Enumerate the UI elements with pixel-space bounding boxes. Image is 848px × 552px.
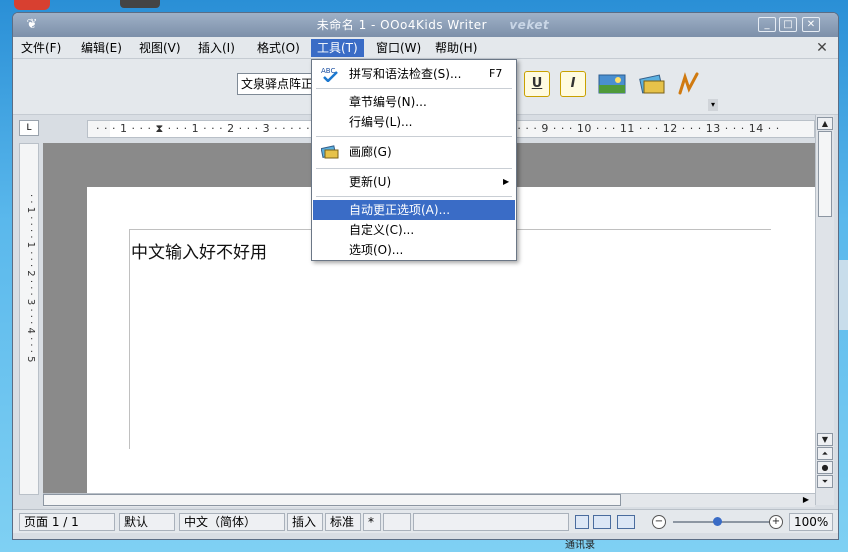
- page-style[interactable]: 默认: [119, 513, 175, 531]
- horizontal-scrollbar-thumb[interactable]: [43, 494, 621, 506]
- book-view-icon[interactable]: [617, 515, 635, 529]
- close-document-icon[interactable]: ✕: [813, 39, 831, 57]
- signature-indicator[interactable]: [383, 513, 411, 531]
- vertical-scrollbar[interactable]: ▲ ▼ ⏶ ● ⏷: [815, 115, 834, 505]
- page-indicator[interactable]: 页面 1 / 1: [19, 513, 115, 531]
- next-page-icon[interactable]: ⏷: [817, 475, 833, 488]
- menu-bar: 文件(F) 编辑(E) 视图(V) 插入(I) 格式(O) 工具(T) 窗口(W…: [13, 37, 838, 59]
- italic-button[interactable]: I: [560, 71, 586, 97]
- menu-item-update[interactable]: 更新(U) ▶: [313, 172, 515, 192]
- navigator-icon[interactable]: ●: [817, 461, 833, 474]
- object-info: [413, 513, 569, 531]
- menu-separator: [316, 168, 512, 169]
- menu-item-customize[interactable]: 自定义(C)...: [313, 220, 515, 240]
- toolbar-overflow-icon[interactable]: ▾: [708, 99, 718, 111]
- scroll-up-icon[interactable]: ▲: [817, 117, 833, 130]
- menu-item-label: 画廊(G): [349, 145, 392, 159]
- menu-help[interactable]: 帮助(H): [429, 39, 483, 57]
- multi-page-view-icon[interactable]: [593, 515, 611, 529]
- app-menu-icon[interactable]: ❦: [19, 16, 45, 34]
- menu-format[interactable]: 格式(O): [251, 39, 306, 57]
- status-bar: 页面 1 / 1 默认 中文（简体） 插入 标准 * − + 100%: [13, 509, 838, 533]
- window-title-text: 未命名 1 - OOo4Kids Writer: [316, 18, 488, 32]
- vertical-ruler[interactable]: · · 1 · · · · 1 · · · 2 · · · 3 · · · 4 …: [19, 143, 39, 495]
- maximize-button[interactable]: □: [779, 17, 797, 32]
- menu-item-options[interactable]: 选项(O)...: [313, 240, 515, 260]
- zoom-level[interactable]: 100%: [789, 513, 833, 531]
- menu-file[interactable]: 文件(F): [15, 39, 67, 57]
- menu-item-autocorrect-options[interactable]: 自动更正选项(A)...: [313, 200, 515, 220]
- underline-button[interactable]: U: [524, 71, 550, 97]
- language-indicator[interactable]: 中文（简体）: [179, 513, 285, 531]
- gallery-icon[interactable]: [638, 71, 666, 97]
- insert-mode[interactable]: 插入: [287, 513, 323, 531]
- menu-item-label: 自动更正选项(A)...: [349, 203, 451, 217]
- menu-window[interactable]: 窗口(W): [370, 39, 427, 57]
- zoom-in-icon[interactable]: +: [769, 515, 783, 529]
- desktop-app-icon[interactable]: [120, 0, 160, 8]
- menu-item-label: 选项(O)...: [349, 243, 404, 257]
- close-button[interactable]: ✕: [802, 17, 820, 32]
- zoom-out-icon[interactable]: −: [652, 515, 666, 529]
- tab-stop-selector[interactable]: L: [19, 120, 39, 136]
- title-bar[interactable]: ❦ 未命名 1 - OOo4Kids Writer veket _ □ ✕: [13, 13, 838, 37]
- previous-page-icon[interactable]: ⏶: [817, 447, 833, 460]
- svg-text:ABC: ABC: [321, 67, 335, 75]
- font-name-combobox[interactable]: 文泉驿点阵正: [237, 73, 317, 95]
- menu-item-label: 章节编号(N)...: [349, 95, 427, 109]
- image-icon[interactable]: [598, 71, 626, 97]
- menu-item-gallery[interactable]: 画廊(G): [313, 142, 515, 162]
- scroll-down-icon[interactable]: ▼: [817, 433, 833, 446]
- menu-item-label: 更新(U): [349, 175, 392, 189]
- submenu-arrow-icon: ▶: [503, 177, 510, 186]
- minimize-button[interactable]: _: [758, 17, 776, 32]
- tools-menu-dropdown: ABC 拼写和语法检查(S)... F7 章节编号(N)... 行编号(L)..…: [311, 59, 517, 261]
- menu-separator: [316, 196, 512, 197]
- gallery-icon: [320, 144, 339, 160]
- vertical-ruler-marks: · · 1 · · · · 1 · · · 2 · · · 3 · · · 4 …: [25, 194, 36, 363]
- desktop-app-icon[interactable]: [14, 0, 50, 10]
- vertical-scrollbar-thumb[interactable]: [818, 131, 832, 217]
- zoom-slider-knob[interactable]: [713, 517, 722, 526]
- desktop-icon-label[interactable]: 通讯录: [550, 539, 610, 552]
- menu-item-label: 行编号(L)...: [349, 115, 413, 129]
- menu-item-shortcut: F7: [489, 67, 503, 80]
- menu-separator: [316, 136, 512, 137]
- modified-indicator: *: [363, 513, 381, 531]
- menu-tools[interactable]: 工具(T): [311, 39, 364, 57]
- menu-item-spellcheck[interactable]: ABC 拼写和语法检查(S)... F7: [313, 64, 515, 84]
- desktop-edge-widget: [838, 260, 848, 330]
- watermark-text: veket: [509, 18, 550, 32]
- single-page-view-icon[interactable]: [575, 515, 589, 529]
- menu-item-chapter-numbering[interactable]: 章节编号(N)...: [313, 92, 515, 112]
- menu-item-label: 自定义(C)...: [349, 223, 415, 237]
- scroll-right-icon[interactable]: ▶: [799, 494, 813, 506]
- selection-mode[interactable]: 标准: [325, 513, 361, 531]
- menu-item-label: 拼写和语法检查(S)...: [349, 67, 462, 81]
- zoom-slider[interactable]: [673, 521, 773, 523]
- window-title: 未命名 1 - OOo4Kids Writer veket: [253, 17, 613, 33]
- menu-insert[interactable]: 插入(I): [192, 39, 241, 57]
- menu-edit[interactable]: 编辑(E): [75, 39, 128, 57]
- menu-item-line-numbering[interactable]: 行编号(L)...: [313, 112, 515, 132]
- horizontal-scrollbar[interactable]: ▶: [43, 493, 815, 507]
- writer-window: ❦ 未命名 1 - OOo4Kids Writer veket _ □ ✕ 文件…: [12, 12, 839, 540]
- menu-separator: [316, 88, 512, 89]
- menu-view[interactable]: 视图(V): [133, 39, 187, 57]
- spellcheck-icon: ABC: [321, 66, 339, 83]
- draw-pen-icon[interactable]: [675, 71, 703, 97]
